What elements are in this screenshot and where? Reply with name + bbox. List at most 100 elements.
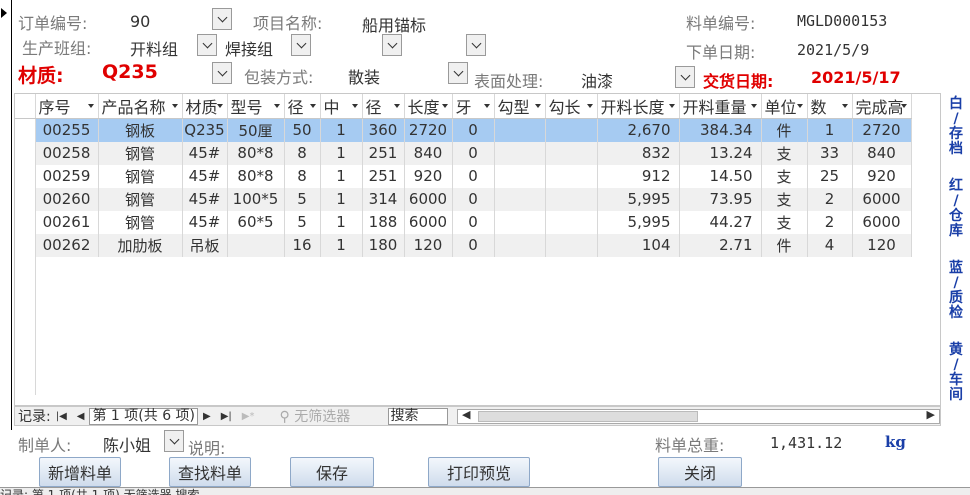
sort-arrow-icon[interactable]: [841, 104, 848, 108]
table-cell[interactable]: 钢板: [98, 118, 183, 142]
packing-dropdown[interactable]: [448, 62, 468, 84]
table-cell[interactable]: 840: [404, 141, 453, 165]
column-header[interactable]: 勾型: [494, 94, 546, 119]
delivery-date-field[interactable]: 2021/5/17: [811, 68, 901, 87]
table-cell[interactable]: 44.27: [679, 210, 762, 234]
table-cell[interactable]: 2,670: [597, 118, 680, 142]
table-row[interactable]: 00255 钢板 Q235 50厘 50 1 360 2720 0 2,670 384.34 件 1 27…: [15, 118, 912, 142]
table-cell[interactable]: 6000: [852, 187, 912, 211]
column-header[interactable]: 序号: [35, 94, 99, 119]
horizontal-scrollbar[interactable]: ◀ ▶: [457, 408, 940, 424]
column-header[interactable]: 径: [284, 94, 321, 119]
table-cell[interactable]: 60*5: [227, 210, 285, 234]
table-cell[interactable]: 00262: [35, 233, 99, 257]
column-header[interactable]: 牙: [452, 94, 495, 119]
table-cell[interactable]: 120: [852, 233, 912, 257]
row-selector[interactable]: [15, 164, 36, 188]
sort-arrow-icon[interactable]: [351, 104, 358, 108]
table-cell[interactable]: 314: [362, 187, 405, 211]
row-selector[interactable]: [15, 210, 36, 234]
column-header[interactable]: 完成高: [852, 94, 912, 119]
sort-arrow-icon[interactable]: [273, 104, 280, 108]
table-cell[interactable]: 支: [761, 141, 808, 165]
column-header[interactable]: 型号: [227, 94, 285, 119]
table-cell[interactable]: 钢管: [98, 210, 183, 234]
table-cell[interactable]: Q235: [182, 118, 228, 142]
table-cell[interactable]: 912: [597, 164, 680, 188]
table-cell[interactable]: 832: [597, 141, 680, 165]
table-cell[interactable]: 33: [807, 141, 853, 165]
material-dropdown[interactable]: [212, 62, 232, 84]
table-cell[interactable]: 13.24: [679, 141, 762, 165]
table-cell[interactable]: 80*8: [227, 141, 285, 165]
table-cell[interactable]: 00260: [35, 187, 99, 211]
row-selector[interactable]: [15, 141, 36, 165]
table-cell[interactable]: 5: [284, 187, 321, 211]
surface-field[interactable]: 油漆: [581, 68, 613, 92]
next-record-icon[interactable]: ▶: [203, 411, 211, 422]
table-cell[interactable]: 1: [320, 233, 363, 257]
sort-arrow-icon[interactable]: [171, 104, 178, 108]
team2-dropdown[interactable]: [291, 34, 311, 56]
table-cell[interactable]: 5: [284, 210, 321, 234]
order-no-dropdown[interactable]: [212, 8, 232, 30]
sort-arrow-icon[interactable]: [483, 104, 490, 108]
last-record-icon[interactable]: ▶|: [221, 411, 232, 422]
table-cell[interactable]: 920: [404, 164, 453, 188]
table-cell[interactable]: [545, 233, 598, 257]
table-cell[interactable]: 73.95: [679, 187, 762, 211]
table-cell[interactable]: [545, 187, 598, 211]
table-cell[interactable]: 支: [761, 164, 808, 188]
sort-arrow-icon[interactable]: [534, 104, 541, 108]
table-cell[interactable]: 100*5: [227, 187, 285, 211]
maker-field[interactable]: 陈小姐: [103, 432, 151, 456]
table-cell[interactable]: 2720: [404, 118, 453, 142]
table-cell[interactable]: 2720: [852, 118, 912, 142]
packing-field[interactable]: 散装: [348, 64, 380, 88]
column-header[interactable]: 产品名称: [98, 94, 183, 119]
table-cell[interactable]: 5,995: [597, 187, 680, 211]
column-header[interactable]: 径: [362, 94, 405, 119]
table-cell[interactable]: 0: [452, 187, 495, 211]
table-cell[interactable]: 120: [404, 233, 453, 257]
table-cell[interactable]: 支: [761, 210, 808, 234]
table-cell[interactable]: 00255: [35, 118, 99, 142]
table-cell[interactable]: 80*8: [227, 164, 285, 188]
sort-arrow-icon[interactable]: [796, 104, 803, 108]
table-cell[interactable]: 251: [362, 141, 405, 165]
sort-arrow-icon[interactable]: [441, 104, 448, 108]
team3-dropdown[interactable]: [382, 34, 402, 56]
table-cell[interactable]: 1: [320, 141, 363, 165]
column-header[interactable]: 中: [320, 94, 363, 119]
team2-field[interactable]: 焊接组: [225, 36, 273, 60]
table-cell[interactable]: 14.50: [679, 164, 762, 188]
table-row[interactable]: 00260 钢管 45# 100*5 5 1 314 6000 0 5,995 73.95 支 2 600…: [15, 187, 912, 211]
maker-dropdown[interactable]: [164, 430, 184, 452]
row-selector[interactable]: [15, 187, 36, 211]
find-bom-button[interactable]: 查找料单: [169, 457, 251, 487]
sort-arrow-icon[interactable]: [750, 104, 757, 108]
table-cell[interactable]: 件: [761, 118, 808, 142]
table-cell[interactable]: 6000: [404, 210, 453, 234]
record-position-field[interactable]: 第 1 项(共 6 项): [89, 407, 199, 425]
table-cell[interactable]: 吊板: [182, 233, 228, 257]
table-cell[interactable]: 104: [597, 233, 680, 257]
table-cell[interactable]: 188: [362, 210, 405, 234]
table-cell[interactable]: [494, 118, 546, 142]
sort-arrow-icon[interactable]: [216, 104, 223, 108]
scroll-right-icon[interactable]: ▶: [927, 408, 935, 421]
table-cell[interactable]: 840: [852, 141, 912, 165]
table-cell[interactable]: 50厘: [227, 118, 285, 142]
table-cell[interactable]: 2: [807, 187, 853, 211]
table-cell[interactable]: [494, 164, 546, 188]
table-cell[interactable]: [494, 187, 546, 211]
table-cell[interactable]: 支: [761, 187, 808, 211]
table-cell[interactable]: 8: [284, 141, 321, 165]
sort-arrow-icon[interactable]: [668, 104, 675, 108]
team4-dropdown[interactable]: [466, 34, 486, 56]
team1-field[interactable]: 开料组: [130, 36, 178, 60]
table-cell[interactable]: 钢管: [98, 141, 183, 165]
table-cell[interactable]: 0: [452, 210, 495, 234]
save-button[interactable]: 保存: [290, 457, 374, 487]
table-cell[interactable]: 钢管: [98, 187, 183, 211]
